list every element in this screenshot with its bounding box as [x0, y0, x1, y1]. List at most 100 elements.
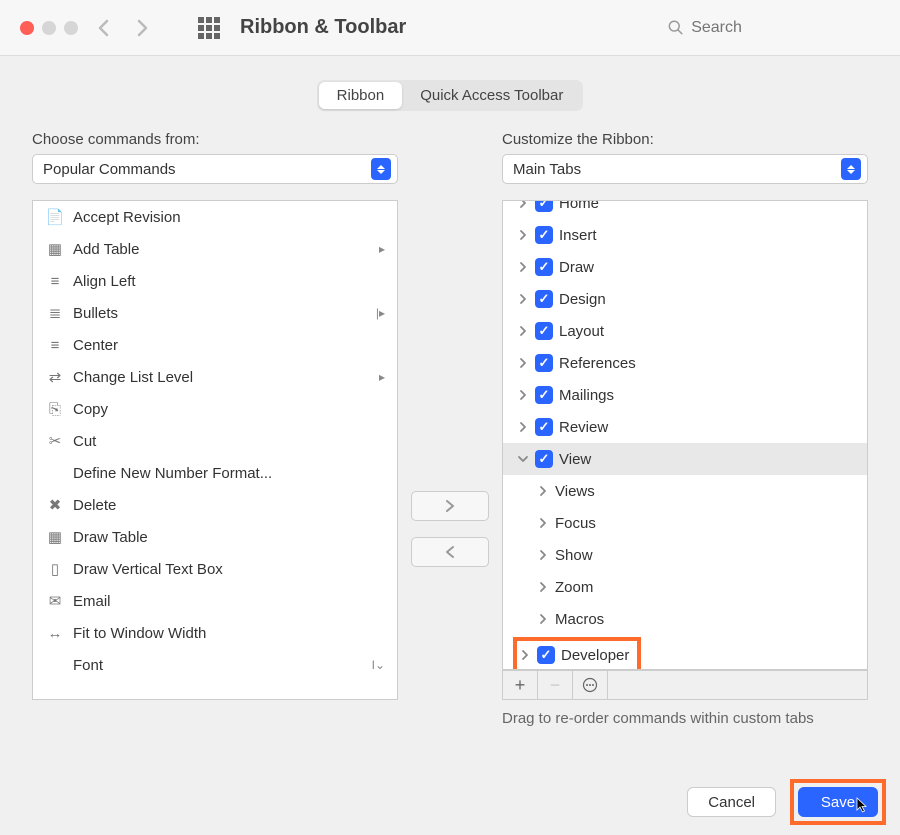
- disclosure-icon[interactable]: [515, 259, 531, 275]
- command-row[interactable]: Define New Number Format...: [33, 457, 397, 489]
- tabs-listbox[interactable]: ✓Home✓Insert✓Draw✓Design✓Layout✓Referenc…: [502, 200, 868, 670]
- disclosure-icon[interactable]: [517, 647, 533, 663]
- choose-commands-select[interactable]: Popular Commands: [32, 154, 398, 184]
- tab-label: Mailings: [559, 387, 614, 404]
- tab-subrow[interactable]: Zoom: [503, 571, 867, 603]
- disclosure-icon[interactable]: [515, 323, 531, 339]
- command-label: Email: [73, 593, 111, 610]
- customize-ribbon-select[interactable]: Main Tabs: [502, 154, 868, 184]
- disclosure-icon[interactable]: [515, 451, 531, 467]
- command-row[interactable]: 📄Accept Revision: [33, 201, 397, 233]
- tab-subrow[interactable]: Views: [503, 475, 867, 507]
- disclosure-icon[interactable]: [515, 387, 531, 403]
- command-label: Draw Table: [73, 529, 148, 546]
- checkbox[interactable]: ✓: [535, 386, 553, 404]
- tab-quick-access-toolbar[interactable]: Quick Access Toolbar: [402, 82, 581, 109]
- tab-row[interactable]: ✓Design: [503, 283, 867, 315]
- checkbox[interactable]: ✓: [535, 418, 553, 436]
- command-row[interactable]: ≣Bullets|▸: [33, 297, 397, 329]
- disclosure-icon[interactable]: [515, 227, 531, 243]
- checkbox[interactable]: ✓: [535, 450, 553, 468]
- checkbox[interactable]: ✓: [535, 290, 553, 308]
- disclosure-icon[interactable]: [535, 483, 551, 499]
- command-label: Align Left: [73, 273, 136, 290]
- disclosure-icon[interactable]: [515, 200, 531, 211]
- customize-ribbon-label: Customize the Ribbon:: [502, 131, 868, 148]
- command-row[interactable]: ▦Draw Table: [33, 521, 397, 553]
- zoom-window-button[interactable]: [64, 21, 78, 35]
- search-field[interactable]: [660, 13, 880, 43]
- tab-label: Layout: [559, 323, 604, 340]
- close-window-button[interactable]: [20, 21, 34, 35]
- cancel-button[interactable]: Cancel: [687, 787, 776, 817]
- disclosure-icon[interactable]: [535, 547, 551, 563]
- command-row[interactable]: ✂Cut: [33, 425, 397, 457]
- tab-label: Home: [559, 200, 599, 212]
- command-icon: ▯: [45, 559, 65, 579]
- tab-row[interactable]: ✓ Layout: [503, 315, 867, 347]
- tab-row[interactable]: ✓Review: [503, 411, 867, 443]
- tab-ribbon[interactable]: Ribbon: [319, 82, 403, 109]
- command-icon: ⎘: [45, 399, 65, 419]
- search-icon: [668, 19, 683, 36]
- remove-tab-button[interactable]: −: [538, 671, 573, 699]
- add-command-button[interactable]: [411, 491, 489, 521]
- command-row[interactable]: ⎘ Copy: [33, 393, 397, 425]
- choose-commands-label: Choose commands from:: [32, 131, 398, 148]
- tab-row[interactable]: ✓Insert: [503, 219, 867, 251]
- tab-row[interactable]: ✓ Mailings: [503, 379, 867, 411]
- command-row[interactable]: ✉Email: [33, 585, 397, 617]
- disclosure-icon[interactable]: [515, 291, 531, 307]
- checkbox[interactable]: ✓: [535, 258, 553, 276]
- tab-row[interactable]: ✓ References: [503, 347, 867, 379]
- disclosure-icon[interactable]: [535, 579, 551, 595]
- submenu-indicator-icon: ▸: [379, 242, 385, 256]
- more-options-button[interactable]: [573, 671, 608, 699]
- cursor-icon: [856, 797, 870, 813]
- add-tab-button[interactable]: +: [503, 671, 538, 699]
- tab-label: References: [559, 355, 636, 372]
- command-label: Copy: [73, 401, 108, 418]
- disclosure-icon[interactable]: [535, 611, 551, 627]
- submenu-indicator-icon: |▸: [376, 306, 385, 320]
- forward-button[interactable]: [130, 16, 154, 40]
- command-icon: ≡: [45, 335, 65, 355]
- back-button[interactable]: [92, 16, 116, 40]
- minimize-window-button[interactable]: [42, 21, 56, 35]
- tab-sublabel: Views: [555, 483, 595, 500]
- tab-subrow[interactable]: Show: [503, 539, 867, 571]
- command-icon: ≣: [45, 303, 65, 323]
- tab-row[interactable]: ✓Draw: [503, 251, 867, 283]
- tab-row[interactable]: ✓ Home: [503, 200, 867, 219]
- command-row[interactable]: ≡ Center: [33, 329, 397, 361]
- remove-command-button[interactable]: [411, 537, 489, 567]
- tab-row[interactable]: ✓Developer: [503, 635, 867, 670]
- command-icon: [45, 655, 65, 675]
- apps-grid-icon[interactable]: [198, 17, 220, 39]
- command-icon: ▦: [45, 239, 65, 259]
- command-label: Center: [73, 337, 118, 354]
- command-row[interactable]: ↔Fit to Window Width: [33, 617, 397, 649]
- tab-subrow[interactable]: Focus: [503, 507, 867, 539]
- checkbox[interactable]: ✓: [535, 322, 553, 340]
- command-icon: ✖: [45, 495, 65, 515]
- disclosure-icon[interactable]: [515, 355, 531, 371]
- checkbox[interactable]: ✓: [535, 200, 553, 212]
- command-row[interactable]: ≡Align Left: [33, 265, 397, 297]
- commands-listbox[interactable]: 📄Accept Revision▦Add Table▸≡Align Left≣B…: [32, 200, 398, 700]
- checkbox[interactable]: ✓: [535, 226, 553, 244]
- disclosure-icon[interactable]: [535, 515, 551, 531]
- tab-row[interactable]: ✓View: [503, 443, 867, 475]
- command-row[interactable]: FontI⌄: [33, 649, 397, 681]
- save-button[interactable]: Save: [798, 787, 878, 817]
- command-row[interactable]: ▦Add Table▸: [33, 233, 397, 265]
- checkbox[interactable]: ✓: [535, 354, 553, 372]
- disclosure-icon[interactable]: [515, 419, 531, 435]
- search-input[interactable]: [689, 18, 872, 38]
- command-row[interactable]: ⇄Change List Level▸: [33, 361, 397, 393]
- tab-subrow[interactable]: Macros: [503, 603, 867, 635]
- command-row[interactable]: ▯Draw Vertical Text Box: [33, 553, 397, 585]
- command-row[interactable]: ✖Delete: [33, 489, 397, 521]
- command-label: Fit to Window Width: [73, 625, 206, 642]
- checkbox[interactable]: ✓: [537, 646, 555, 664]
